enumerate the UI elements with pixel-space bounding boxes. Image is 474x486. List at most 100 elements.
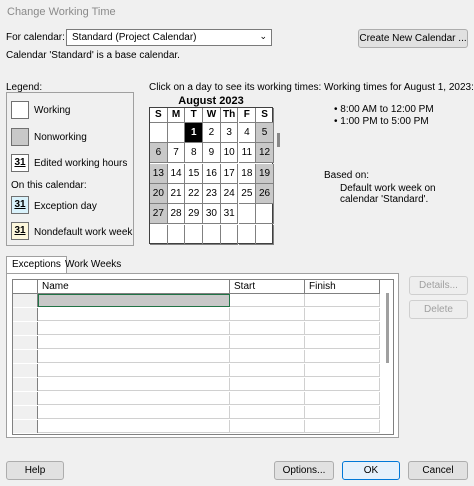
table-row[interactable]: [13, 294, 380, 307]
calendar-empty-cell: [150, 123, 168, 143]
table-cell[interactable]: [38, 420, 230, 433]
table-row[interactable]: [13, 322, 380, 335]
calendar-scrollbar[interactable]: [277, 133, 280, 147]
calendar-day[interactable]: 3: [220, 123, 239, 143]
delete-button[interactable]: Delete: [409, 300, 468, 319]
table-cell[interactable]: [230, 364, 305, 377]
calendar-day[interactable]: 14: [167, 163, 186, 184]
calendar-day[interactable]: 5: [256, 123, 274, 143]
table-row[interactable]: [13, 420, 380, 433]
calendar-day[interactable]: 6: [150, 143, 168, 164]
calendar-day[interactable]: 20: [150, 183, 168, 204]
table-cell[interactable]: [305, 350, 380, 363]
calendar-day[interactable]: 15: [185, 163, 204, 184]
calendar-day[interactable]: 8: [185, 143, 204, 164]
row-header[interactable]: [13, 420, 38, 433]
calendar-select[interactable]: Standard (Project Calendar) ⌄: [66, 29, 272, 46]
calendar-day[interactable]: 25: [238, 183, 257, 204]
table-cell[interactable]: [305, 308, 380, 321]
table-cell[interactable]: [305, 322, 380, 335]
calendar-day[interactable]: 11: [238, 143, 257, 164]
table-cell[interactable]: [305, 378, 380, 391]
table-row[interactable]: [13, 350, 380, 363]
calendar-day[interactable]: 9: [203, 143, 221, 164]
column-header-finish[interactable]: Finish: [305, 280, 380, 294]
calendar-day[interactable]: 24: [220, 183, 239, 204]
calendar-day[interactable]: 30: [203, 204, 221, 225]
table-cell[interactable]: [230, 378, 305, 391]
calendar-day[interactable]: 10: [220, 143, 239, 164]
table-row[interactable]: [13, 378, 380, 391]
table-cell[interactable]: [230, 392, 305, 405]
table-cell[interactable]: [230, 406, 305, 419]
table-cell[interactable]: [305, 392, 380, 405]
ok-button[interactable]: OK: [342, 461, 400, 480]
options-button[interactable]: Options...: [274, 461, 334, 480]
calendar-day[interactable]: 17: [220, 163, 239, 184]
table-cell[interactable]: [38, 392, 230, 405]
calendar-day[interactable]: 31: [220, 204, 239, 225]
calendar-grid[interactable]: S M T W Th F S 1 2 3 4 5 6 7 8 9 10 11 12 13 14 15 16 17 18 19 20 2…: [149, 107, 274, 245]
table-row[interactable]: [13, 308, 380, 321]
row-header[interactable]: [13, 336, 38, 349]
row-header[interactable]: [13, 322, 38, 335]
table-row[interactable]: [13, 406, 380, 419]
calendar-day[interactable]: 7: [167, 143, 186, 164]
table-cell[interactable]: [305, 294, 380, 307]
row-header[interactable]: [13, 392, 38, 405]
calendar-day[interactable]: 2: [203, 123, 221, 143]
calendar-day[interactable]: 26: [256, 183, 274, 204]
table-cell[interactable]: [38, 322, 230, 335]
calendar-day[interactable]: 19: [256, 163, 274, 184]
details-button[interactable]: Details...: [409, 276, 468, 295]
calendar-day[interactable]: 22: [185, 183, 204, 204]
table-cell[interactable]: [38, 378, 230, 391]
table-cell[interactable]: [38, 336, 230, 349]
row-header[interactable]: [13, 308, 38, 321]
calendar-day[interactable]: 12: [256, 143, 274, 164]
table-cell[interactable]: [38, 406, 230, 419]
column-header-name[interactable]: Name: [38, 280, 230, 294]
table-cell[interactable]: [38, 364, 230, 377]
calendar-day[interactable]: 23: [203, 183, 221, 204]
create-new-calendar-button[interactable]: Create New Calendar ...: [358, 29, 468, 48]
row-header[interactable]: [13, 364, 38, 377]
table-cell[interactable]: [230, 294, 305, 307]
calendar-day[interactable]: 4: [238, 123, 257, 143]
table-cell[interactable]: [305, 406, 380, 419]
table-cell[interactable]: [230, 308, 305, 321]
table-cell[interactable]: [305, 336, 380, 349]
calendar-day[interactable]: 1: [185, 123, 204, 143]
tab-work-weeks[interactable]: Work Weeks: [60, 257, 126, 274]
row-header[interactable]: [13, 294, 38, 307]
exceptions-table[interactable]: Name Start Finish: [12, 279, 394, 435]
calendar-day[interactable]: 13: [150, 163, 168, 184]
calendar-month: August 2023: [178, 95, 244, 107]
table-row[interactable]: [13, 392, 380, 405]
table-cell[interactable]: [230, 420, 305, 433]
calendar-day[interactable]: 21: [167, 183, 186, 204]
cancel-button[interactable]: Cancel: [408, 461, 468, 480]
tab-exceptions[interactable]: Exceptions: [6, 256, 67, 273]
table-row[interactable]: [13, 364, 380, 377]
table-cell[interactable]: [230, 350, 305, 363]
help-button[interactable]: Help: [6, 461, 64, 480]
calendar-day[interactable]: 27: [150, 204, 168, 225]
table-row[interactable]: [13, 336, 380, 349]
calendar-day[interactable]: 29: [185, 204, 204, 225]
table-cell[interactable]: [38, 294, 230, 307]
column-header-start[interactable]: Start: [230, 280, 305, 294]
table-cell[interactable]: [305, 420, 380, 433]
calendar-day[interactable]: 28: [167, 204, 186, 225]
table-cell[interactable]: [38, 350, 230, 363]
calendar-day[interactable]: 18: [238, 163, 257, 184]
row-header[interactable]: [13, 350, 38, 363]
table-cell[interactable]: [230, 322, 305, 335]
table-scrollbar[interactable]: [386, 293, 389, 363]
table-cell[interactable]: [230, 336, 305, 349]
table-cell[interactable]: [38, 308, 230, 321]
row-header[interactable]: [13, 406, 38, 419]
calendar-day[interactable]: 16: [203, 163, 221, 184]
table-cell[interactable]: [305, 364, 380, 377]
row-header[interactable]: [13, 378, 38, 391]
